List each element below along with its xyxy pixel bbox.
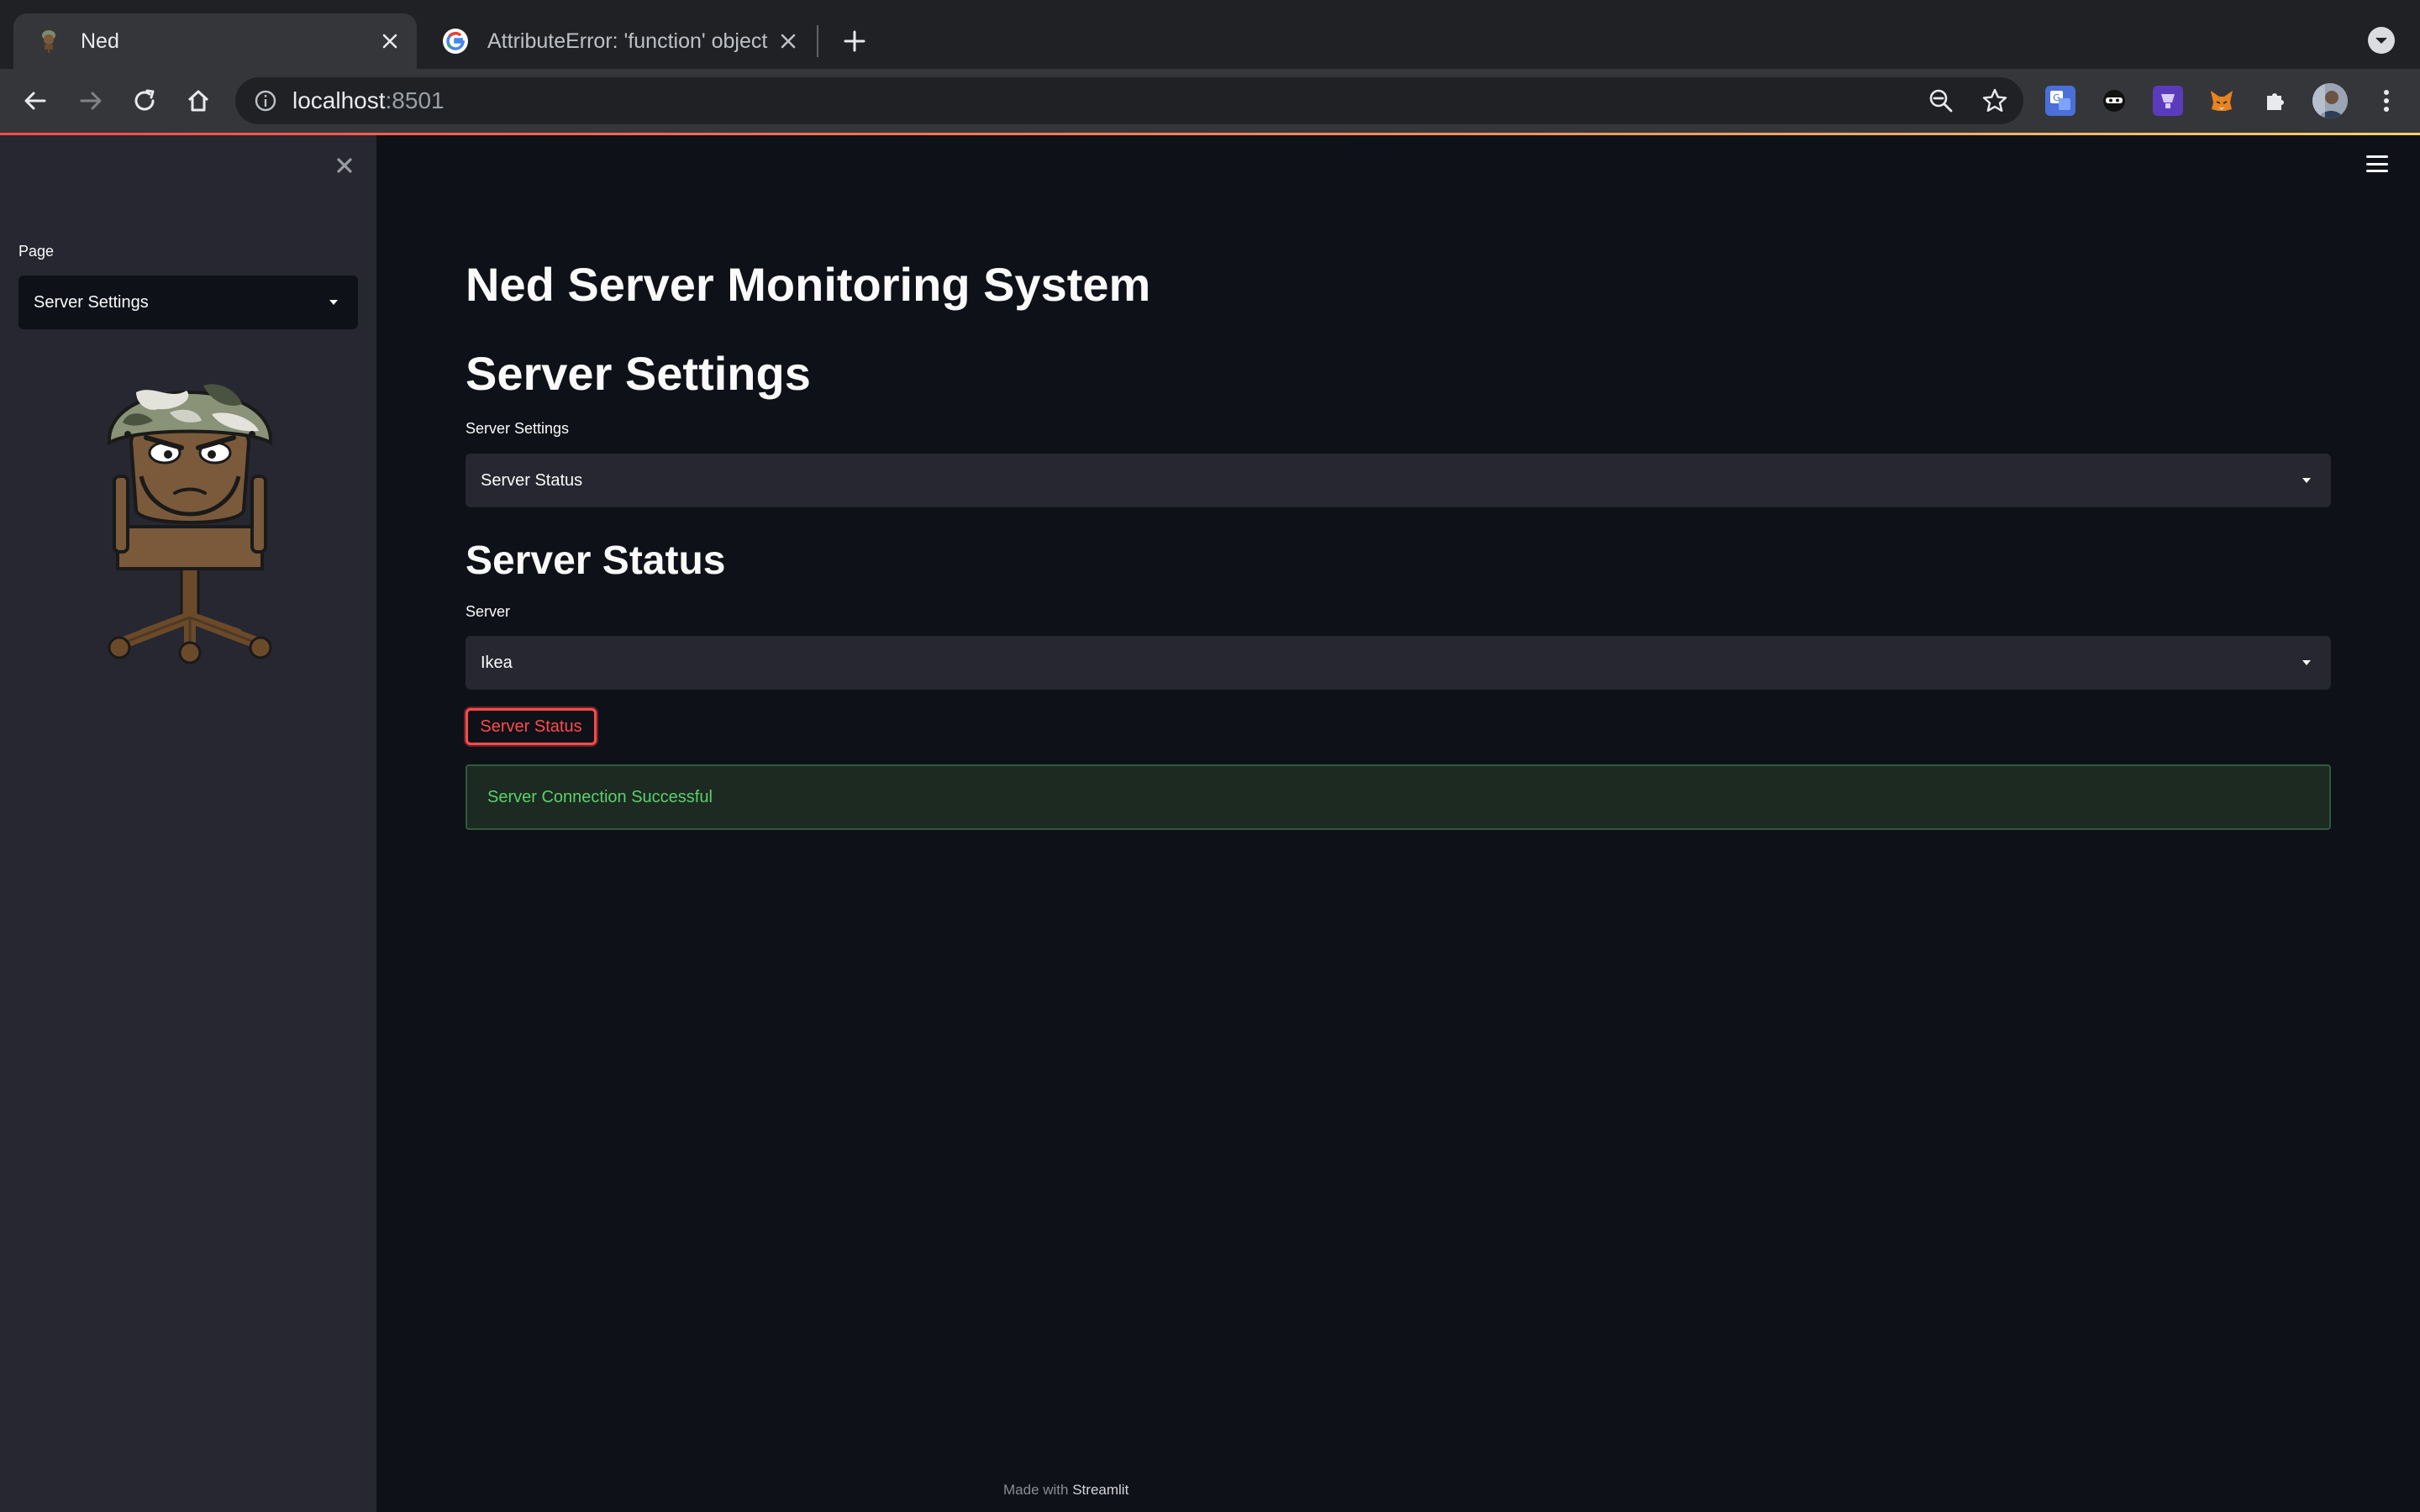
arrow-left-icon	[24, 92, 46, 110]
ninja-extension-icon[interactable]	[2099, 86, 2129, 116]
chevron-down-icon	[2302, 478, 2311, 483]
browser-tab-strip: Ned AttributeError: 'function' object	[0, 0, 2420, 69]
home-button[interactable]	[180, 82, 217, 119]
avatar-glyph-icon	[2312, 83, 2348, 118]
translate-extension-icon[interactable]: G	[2045, 86, 2075, 116]
reload-button[interactable]	[126, 82, 163, 119]
bookmark-star-icon[interactable]	[1981, 87, 2008, 114]
server-settings-select[interactable]: Server Status	[466, 454, 2331, 507]
chevron-down-icon	[2375, 37, 2387, 45]
back-button[interactable]	[17, 82, 54, 119]
close-sidebar-button[interactable]	[331, 152, 358, 179]
settings-select-label: Server Settings	[466, 420, 570, 437]
hamburger-line	[2366, 170, 2388, 172]
address-bar[interactable]: localhost:8501	[235, 77, 2023, 124]
puzzle-icon[interactable]	[2260, 86, 2291, 116]
url-host: localhost	[292, 87, 386, 113]
google-favicon-icon	[443, 29, 468, 54]
ned-mascot-image	[107, 384, 273, 664]
success-alert-text: Server Connection Successful	[487, 787, 713, 806]
chevron-down-icon	[2302, 660, 2311, 665]
server-settings-select-value: Server Status	[481, 470, 583, 490]
page-select-label: Page	[18, 243, 55, 260]
sidebar: Page Server Settings	[0, 135, 376, 1512]
browser-toolbar: localhost:8501 G	[0, 69, 2420, 133]
home-icon	[187, 90, 209, 112]
tab-ned[interactable]: Ned	[13, 13, 417, 69]
ned-favicon-icon	[42, 30, 55, 53]
subsection-title: Server Status	[466, 538, 726, 583]
tab-attributeerror[interactable]: AttributeError: 'function' object	[420, 13, 815, 69]
tab-title: AttributeError: 'function' object	[487, 29, 768, 53]
arrow-right-icon	[80, 92, 102, 110]
footer-prefix: Made with	[1003, 1482, 1069, 1498]
profile-avatar[interactable]	[2312, 83, 2348, 118]
info-icon[interactable]	[254, 89, 277, 113]
server-status-button[interactable]: Server Status	[466, 708, 597, 745]
close-icon	[337, 158, 352, 173]
page-select[interactable]: Server Settings	[18, 276, 358, 329]
page-select-value: Server Settings	[34, 292, 149, 312]
tab-search-button[interactable]	[2368, 27, 2395, 54]
hamburger-line	[2366, 155, 2388, 158]
purple-glyph-icon	[2161, 94, 2175, 108]
close-tab-icon[interactable]	[771, 24, 805, 58]
ninja-glyph-icon	[2103, 90, 2125, 112]
success-alert: Server Connection Successful	[466, 764, 2331, 830]
translate-glyph-icon: G	[2050, 91, 2070, 110]
purple-extension-icon[interactable]	[2153, 86, 2183, 116]
fox-wallet-extension-icon[interactable]	[2207, 86, 2237, 116]
url-text: localhost:8501	[292, 77, 445, 124]
url-port: :8501	[385, 87, 445, 113]
extensions-glyph-icon	[2267, 93, 2284, 110]
server-select-label: Server	[466, 603, 511, 620]
tab-separator	[817, 25, 818, 57]
server-select[interactable]: Ikea	[466, 636, 2331, 690]
streamlit-link[interactable]: Streamlit	[1072, 1482, 1128, 1498]
close-tab-icon[interactable]	[373, 24, 407, 58]
plus-icon	[844, 30, 865, 52]
page-title: Ned Server Monitoring System	[466, 258, 1151, 311]
zoom-out-icon[interactable]	[1928, 87, 1954, 114]
browser-menu-button[interactable]	[2368, 82, 2405, 119]
server-select-value: Ikea	[481, 653, 513, 672]
forward-button[interactable]	[72, 82, 109, 119]
reload-icon	[134, 89, 155, 111]
fox-glyph-icon	[2211, 91, 2233, 111]
section-title: Server Settings	[466, 347, 811, 400]
new-tab-button[interactable]	[837, 24, 872, 59]
footer: Made with Streamlit	[1003, 1482, 1128, 1499]
chevron-down-icon	[329, 300, 338, 305]
app-menu-button[interactable]	[2366, 153, 2388, 175]
tab-title: Ned	[81, 29, 119, 53]
kebab-menu-icon	[2384, 90, 2389, 112]
hamburger-line	[2366, 162, 2388, 165]
